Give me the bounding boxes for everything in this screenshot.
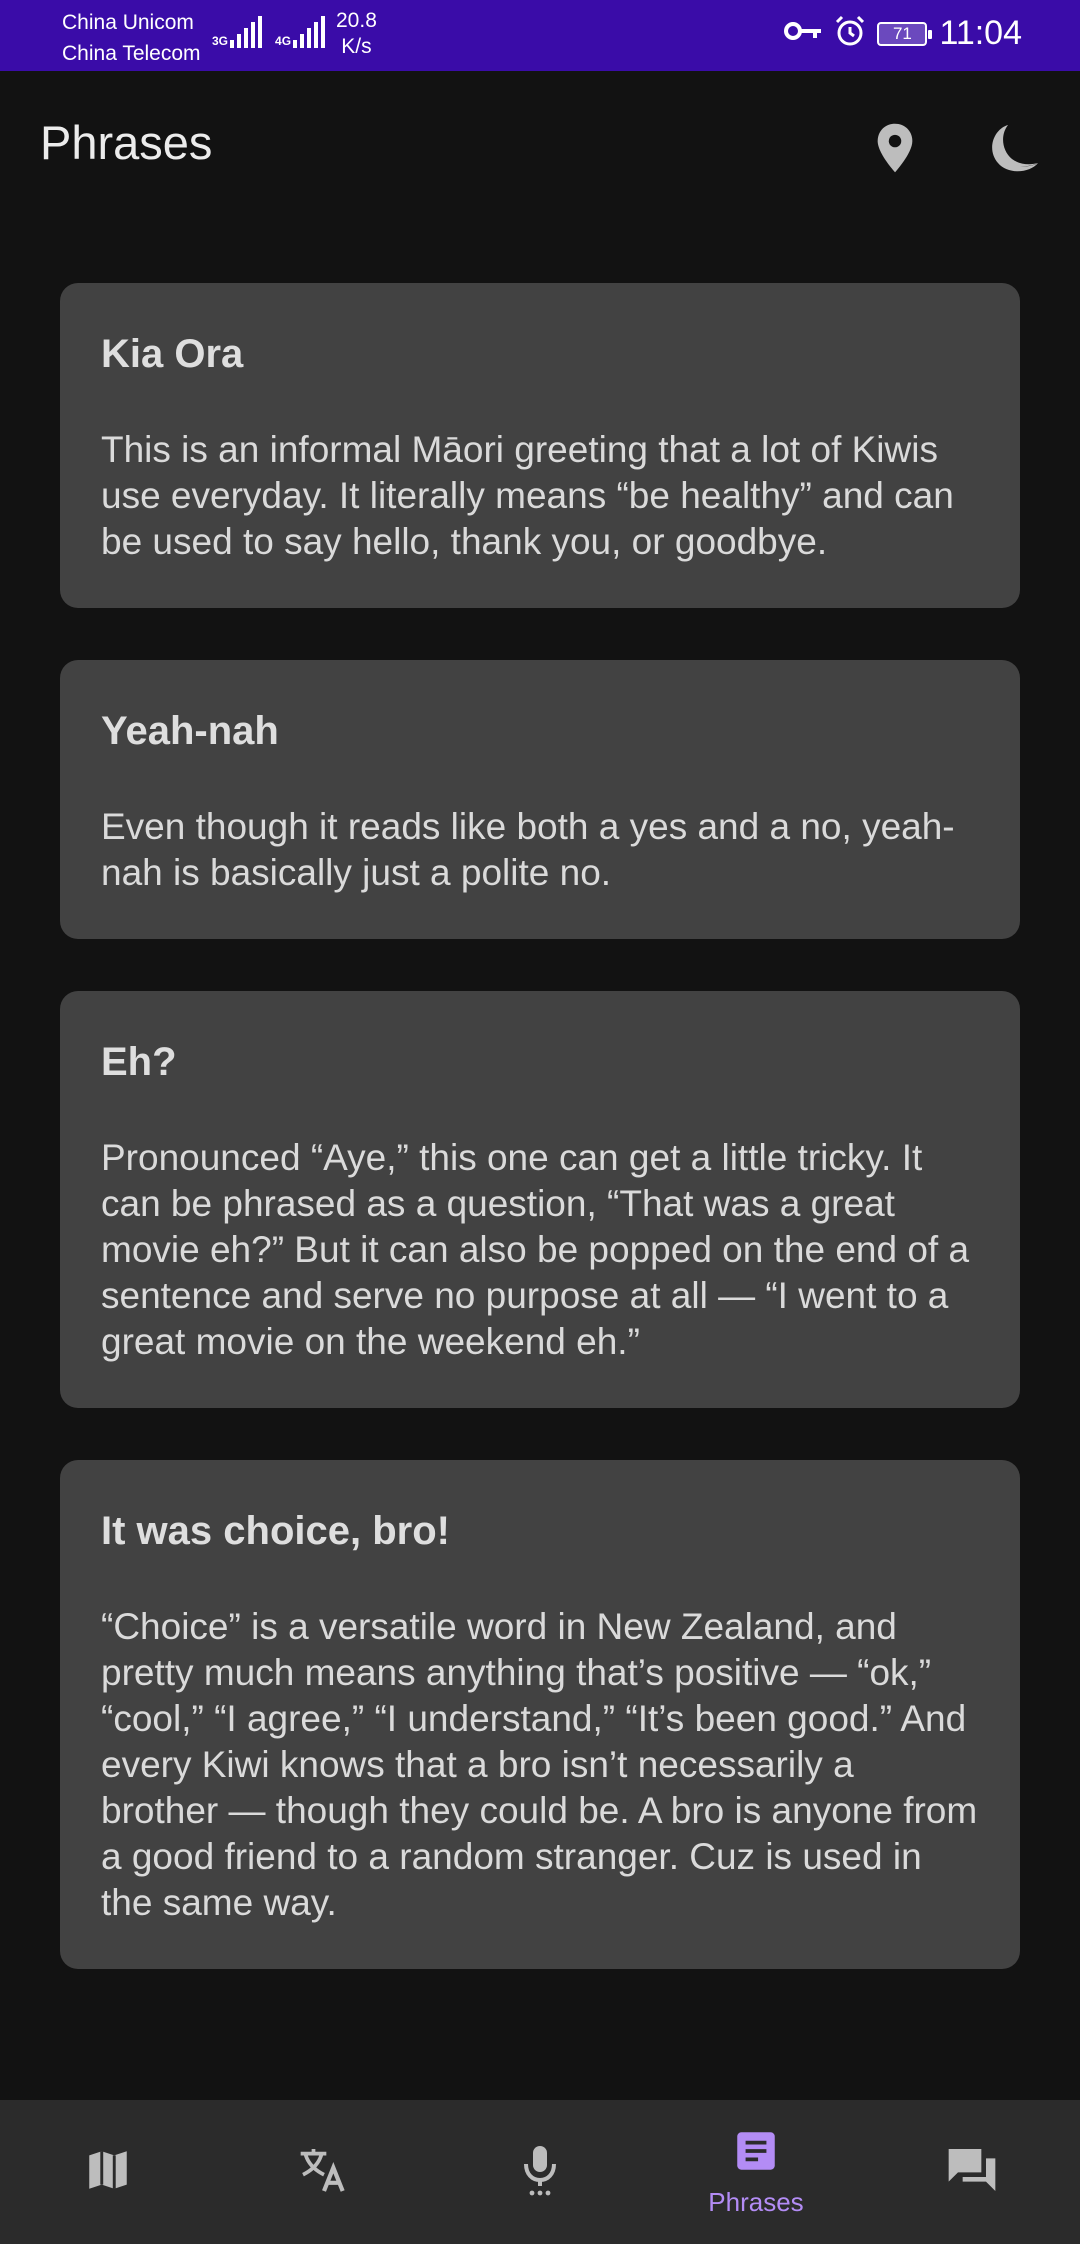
translate-icon	[296, 2142, 352, 2203]
nav-item-translate[interactable]	[216, 2100, 432, 2244]
nav-label-phrases: Phrases	[708, 2187, 804, 2217]
status-bar: China Unicom China Telecom 3G 4G 20.8 K/…	[0, 0, 1080, 71]
phrase-title: Kia Ora	[101, 332, 244, 376]
phrase-title: It was choice, bro!	[101, 1509, 450, 1553]
network-type-2: 4G	[275, 34, 292, 48]
carrier-info: China Unicom China Telecom	[62, 7, 201, 69]
network-type-1: 3G	[212, 34, 229, 48]
nav-item-map[interactable]	[0, 2100, 216, 2244]
speed-unit: K/s	[341, 35, 372, 58]
chat-icon	[944, 2142, 1000, 2203]
nav-item-voice[interactable]	[432, 2100, 648, 2244]
phrase-description: Even though it reads like both a yes and…	[101, 806, 955, 893]
signal-indicators: 3G 4G	[212, 16, 338, 48]
moon-icon	[986, 121, 1040, 180]
status-right: 71 11:04	[783, 14, 1022, 53]
carrier-1: China Unicom	[62, 11, 194, 34]
phrase-title: Yeah-nah	[101, 709, 279, 753]
network-speed: 20.8 K/s	[336, 8, 377, 60]
microphone-icon	[515, 2142, 565, 2203]
app-bar: Phrases	[0, 71, 1080, 221]
phrase-description: Pronounced “Aye,” this one can get a lit…	[101, 1137, 970, 1362]
phrase-description: “Choice” is a versatile word in New Zeal…	[101, 1606, 978, 1923]
phrase-list: Kia Ora This is an informal Māori greeti…	[60, 283, 1020, 2021]
theme-toggle-button[interactable]	[978, 115, 1048, 185]
speed-value: 20.8	[336, 9, 377, 32]
location-pin-icon	[874, 122, 916, 179]
phrase-title: Eh?	[101, 1040, 177, 1084]
bottom-navigation: Phrases	[0, 2100, 1080, 2244]
phrase-card: Yeah-nah Even though it reads like both …	[60, 660, 1020, 939]
signal-bars-1-icon	[230, 16, 265, 48]
clock: 11:04	[939, 14, 1022, 52]
alarm-icon	[833, 14, 867, 53]
nav-item-chat[interactable]	[864, 2100, 1080, 2244]
phrase-card: It was choice, bro! “Choice” is a versat…	[60, 1460, 1020, 1969]
key-icon	[783, 19, 823, 48]
signal-bars-2-icon	[293, 16, 328, 48]
location-button[interactable]	[860, 115, 930, 185]
phrase-card: Eh? Pronounced “Aye,” this one can get a…	[60, 991, 1020, 1408]
nav-item-phrases[interactable]: Phrases	[648, 2100, 864, 2244]
article-icon	[731, 2126, 781, 2181]
page-title: Phrases	[40, 116, 213, 169]
phrase-card: Kia Ora This is an informal Māori greeti…	[60, 283, 1020, 608]
phrase-description: This is an informal Māori greeting that …	[101, 429, 954, 562]
map-icon	[83, 2145, 133, 2200]
battery-icon: 71	[877, 21, 933, 46]
carrier-2: China Telecom	[62, 42, 201, 65]
